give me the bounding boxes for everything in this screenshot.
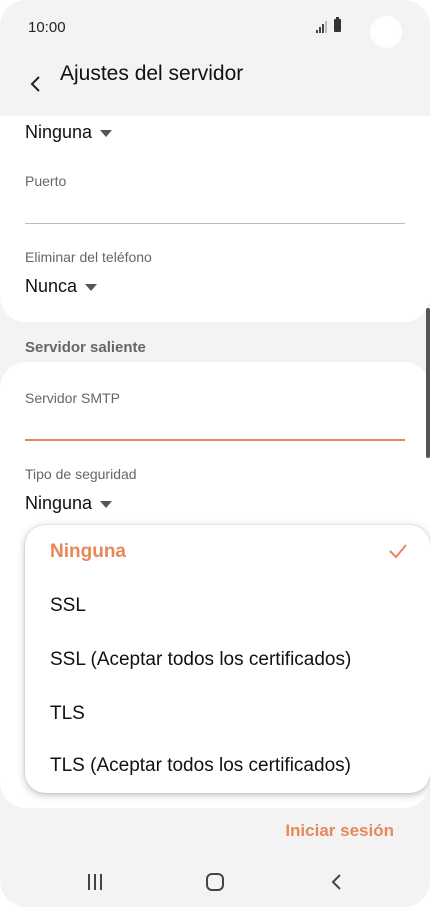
menu-option-ssl-accept-all[interactable]: SSL (Aceptar todos los certificados) [50, 649, 351, 671]
incoming-security-dropdown[interactable]: Ninguna [25, 122, 113, 143]
status-time: 10:00 [28, 19, 66, 36]
menu-option-tls[interactable]: TLS [50, 703, 85, 725]
menu-option-ssl[interactable]: SSL [50, 595, 86, 617]
smtp-server-label: Servidor SMTP [25, 390, 120, 406]
security-type-menu: Ninguna SSL SSL (Aceptar todos los certi… [25, 525, 430, 793]
dropdown-caret-icon [100, 501, 113, 509]
dropdown-caret-icon [85, 284, 98, 292]
page-title: Ajustes del servidor [60, 62, 244, 85]
incoming-security-value: Ninguna [25, 122, 93, 142]
incoming-settings-card: Ninguna Puerto Eliminar del teléfono Nun… [0, 116, 430, 322]
menu-option-tls-accept-all[interactable]: TLS (Aceptar todos los certificados) [50, 755, 351, 777]
dropdown-caret-icon [100, 130, 113, 138]
status-bar: 10:00 [0, 0, 430, 56]
outgoing-server-section-title: Servidor saliente [25, 339, 146, 356]
smtp-server-input[interactable] [25, 410, 405, 438]
battery-icon [334, 17, 341, 32]
security-type-label: Tipo de seguridad [25, 466, 137, 482]
port-label: Puerto [25, 173, 67, 189]
signal-icon [316, 21, 330, 33]
menu-option-ninguna[interactable]: Ninguna [50, 541, 126, 563]
smtp-server-underline [25, 439, 405, 441]
checkmark-icon [389, 544, 407, 559]
security-type-value: Ninguna [25, 493, 93, 513]
camera-cutout [370, 16, 402, 48]
home-icon[interactable] [206, 873, 224, 891]
login-button[interactable]: Iniciar sesión [285, 821, 394, 841]
recent-apps-icon[interactable] [87, 874, 103, 890]
phone-screen: 10:00 Ajustes del servidor Ninguna Puert… [0, 0, 430, 907]
back-arrow-icon[interactable] [24, 72, 48, 96]
delete-from-phone-label: Eliminar del teléfono [25, 249, 152, 265]
scroll-indicator [426, 308, 430, 458]
port-underline [25, 223, 405, 224]
port-input[interactable] [25, 194, 405, 222]
security-type-dropdown[interactable]: Ninguna [25, 493, 113, 514]
delete-from-phone-value: Nunca [25, 276, 78, 296]
nav-back-icon[interactable] [330, 873, 344, 891]
delete-from-phone-dropdown[interactable]: Nunca [25, 276, 98, 297]
navigation-bar [0, 860, 430, 907]
